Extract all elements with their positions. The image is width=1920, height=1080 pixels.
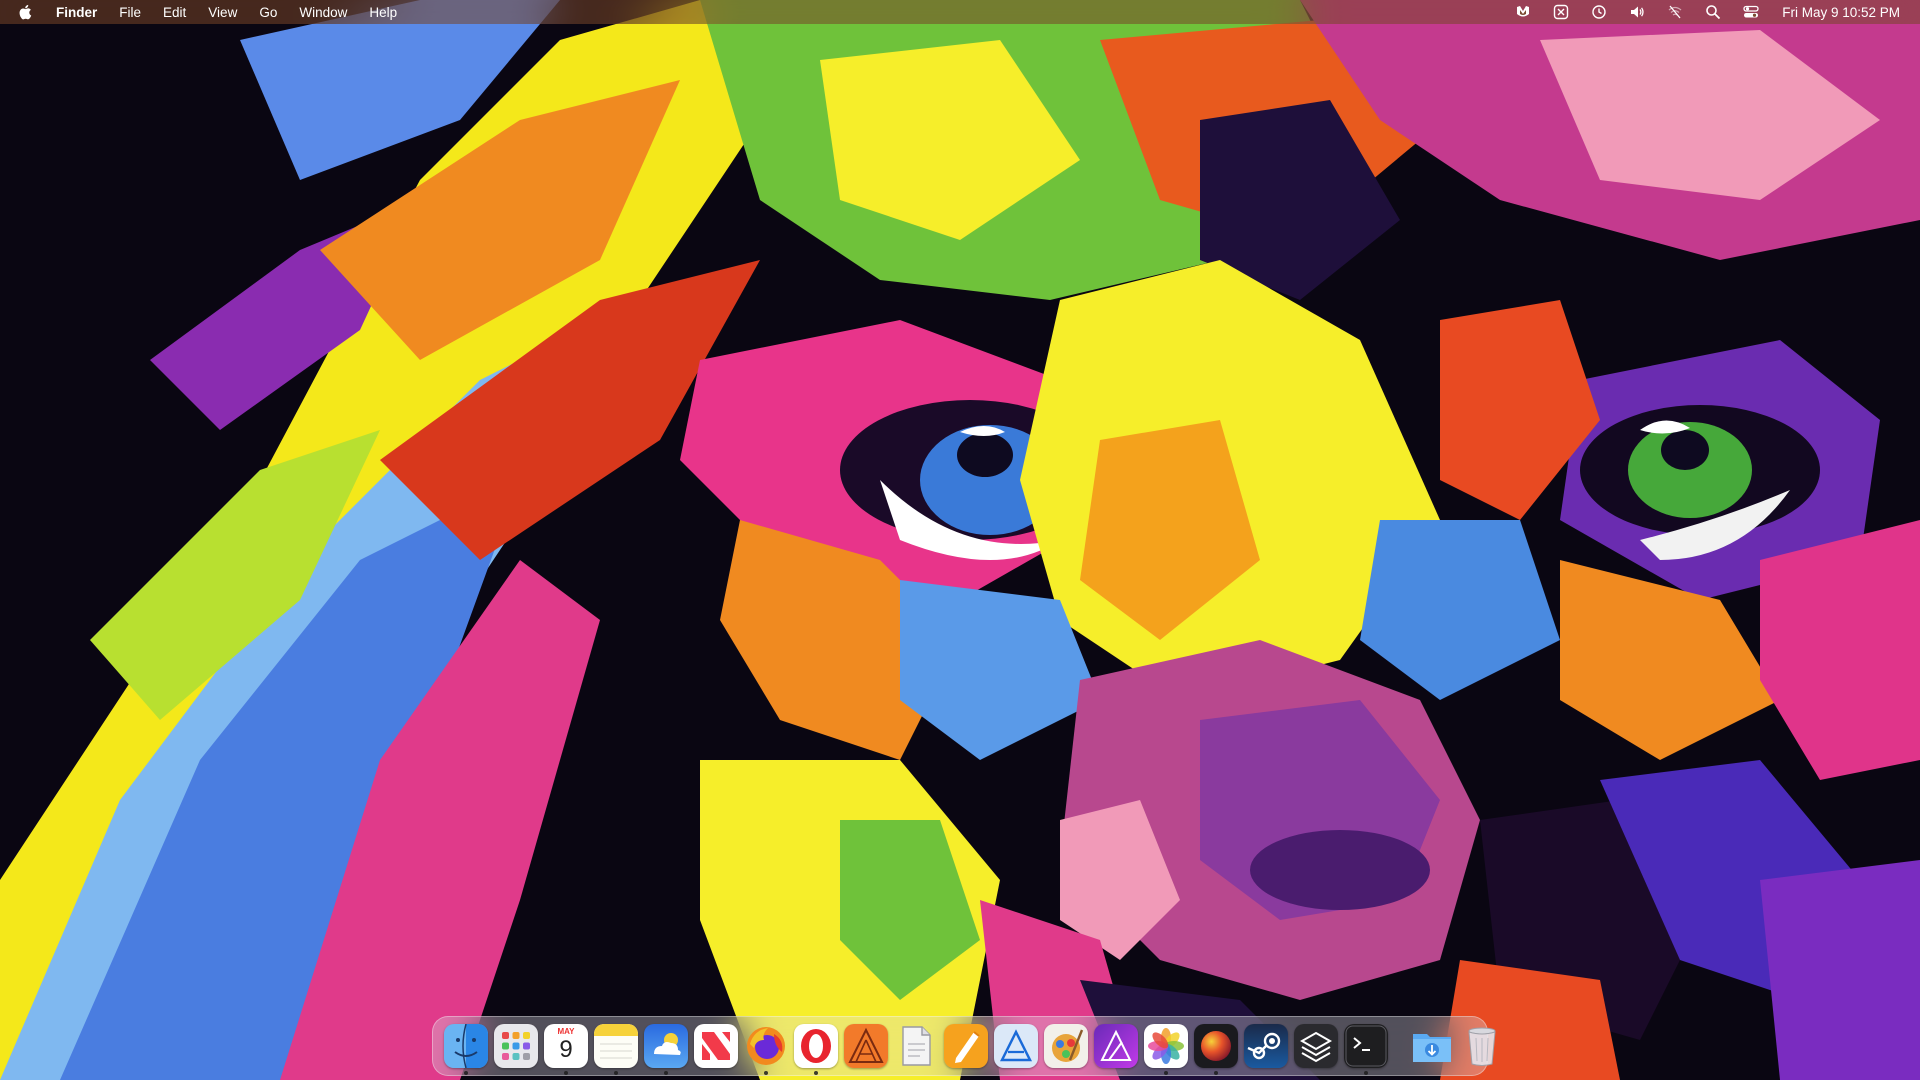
- menu-view[interactable]: View: [208, 5, 237, 20]
- control-center-icon[interactable]: [1742, 3, 1760, 21]
- launchpad-icon: [494, 1024, 538, 1068]
- running-indicator: [1214, 1071, 1218, 1075]
- blue-triangle-icon: [994, 1024, 1038, 1068]
- menu-file[interactable]: File: [119, 5, 141, 20]
- grid-app-icon[interactable]: [1552, 3, 1570, 21]
- news-icon: [694, 1024, 738, 1068]
- brush-icon: [1044, 1024, 1088, 1068]
- running-indicator: [1364, 1071, 1368, 1075]
- finder-icon: [444, 1024, 488, 1068]
- opera-icon: [794, 1024, 838, 1068]
- notes-icon: [594, 1024, 638, 1068]
- desktop-wallpaper: [0, 0, 1920, 1080]
- running-indicator: [664, 1071, 668, 1075]
- orb-icon: [1194, 1024, 1238, 1068]
- orange-app-icon: [844, 1024, 888, 1068]
- dock-item-weather[interactable]: [644, 1024, 688, 1075]
- apple-menu-icon[interactable]: [18, 4, 34, 21]
- firefox-icon: [744, 1024, 788, 1068]
- menu-edit[interactable]: Edit: [163, 5, 186, 20]
- lion-wallpaper-image: [0, 0, 1920, 1080]
- dock: MAY 9: [432, 1016, 1496, 1076]
- search-icon[interactable]: [1704, 3, 1722, 21]
- dock-item-firefox[interactable]: [744, 1024, 788, 1075]
- calendar-day: 9: [559, 1036, 573, 1063]
- dock-item-layers[interactable]: [1294, 1024, 1338, 1068]
- menu-bar-left: Finder File Edit View Go Window Help: [0, 0, 419, 24]
- dock-item-pixelmator[interactable]: [1044, 1024, 1088, 1068]
- menu-app-name[interactable]: Finder: [56, 5, 97, 20]
- menu-bar-clock[interactable]: Fri May 9 10:52 PM: [1782, 5, 1900, 20]
- menu-bar: Finder File Edit View Go Window Help Fri…: [0, 0, 1920, 24]
- affinity-icon: [1094, 1024, 1138, 1068]
- dock-item-terminal[interactable]: [1344, 1024, 1388, 1075]
- time-machine-icon[interactable]: [1590, 3, 1608, 21]
- terminal-icon: [1344, 1024, 1388, 1068]
- dock-item-preview[interactable]: [894, 1024, 938, 1068]
- menu-window[interactable]: Window: [299, 5, 347, 20]
- running-indicator: [814, 1071, 818, 1075]
- dock-item-orb[interactable]: [1194, 1024, 1238, 1075]
- calendar-month: MAY: [557, 1027, 575, 1036]
- volume-icon[interactable]: [1628, 3, 1646, 21]
- dock-item-orange-app[interactable]: [844, 1024, 888, 1068]
- trash-icon: [1460, 1024, 1504, 1068]
- malwarebytes-icon[interactable]: [1514, 3, 1532, 21]
- menu-go[interactable]: Go: [259, 5, 277, 20]
- calendar-icon: MAY 9: [544, 1024, 588, 1068]
- dock-item-photos[interactable]: [1144, 1024, 1188, 1075]
- dock-item-affinity[interactable]: [1094, 1024, 1138, 1068]
- dock-item-launchpad[interactable]: [494, 1024, 538, 1068]
- layers-icon: [1294, 1024, 1338, 1068]
- dock-item-finder[interactable]: [444, 1024, 488, 1075]
- steam-icon: [1244, 1024, 1288, 1068]
- dock-item-downloads[interactable]: [1410, 1024, 1454, 1068]
- pencil-icon: [944, 1024, 988, 1068]
- dock-item-calendar[interactable]: MAY 9: [544, 1024, 588, 1075]
- running-indicator: [564, 1071, 568, 1075]
- weather-icon: [644, 1024, 688, 1068]
- photos-icon: [1144, 1024, 1188, 1068]
- dock-item-trash[interactable]: [1460, 1024, 1504, 1068]
- document-icon: [894, 1024, 938, 1068]
- wifi-off-icon[interactable]: [1666, 3, 1684, 21]
- running-indicator: [614, 1071, 618, 1075]
- dock-item-news[interactable]: [694, 1024, 738, 1068]
- dock-item-opera[interactable]: [794, 1024, 838, 1075]
- dock-item-pages[interactable]: [944, 1024, 988, 1068]
- downloads-folder-icon: [1410, 1024, 1454, 1068]
- running-indicator: [464, 1071, 468, 1075]
- dock-item-blue-app[interactable]: [994, 1024, 1038, 1068]
- menu-bar-right: Fri May 9 10:52 PM: [1494, 0, 1920, 24]
- running-indicator: [1164, 1071, 1168, 1075]
- dock-item-notes[interactable]: [594, 1024, 638, 1075]
- menu-help[interactable]: Help: [369, 5, 397, 20]
- running-indicator: [764, 1071, 768, 1075]
- dock-item-steam[interactable]: [1244, 1024, 1288, 1068]
